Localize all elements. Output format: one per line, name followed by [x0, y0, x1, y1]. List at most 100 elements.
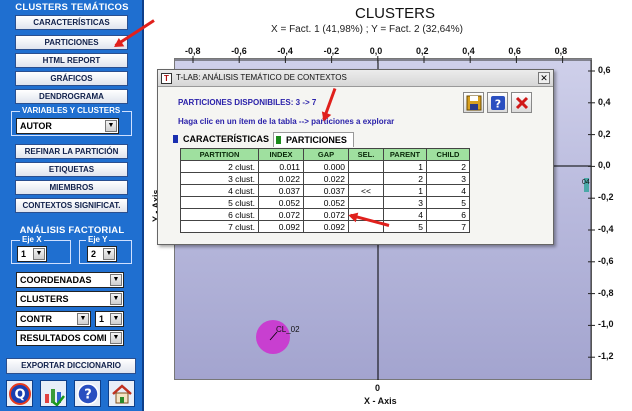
chevron-down-icon[interactable]: ▼ — [110, 332, 122, 344]
clusters-select[interactable]: CLUSTERS ▼ — [16, 291, 124, 307]
html-report-button[interactable]: HTML REPORT — [15, 53, 128, 68]
plot-title: CLUSTERS — [355, 5, 436, 22]
graficos-button[interactable]: GRÁFICOS — [15, 71, 128, 86]
x-tick-label: 0,6 — [508, 46, 521, 56]
coordenadas-value: COORDENADAS — [20, 275, 92, 285]
table-cell: 3 — [383, 196, 427, 209]
column-header: CHILD — [426, 148, 470, 161]
table-cell: 7 — [426, 220, 470, 233]
help-icon[interactable]: ? — [487, 92, 508, 113]
variables-select[interactable]: AUTOR ▼ — [16, 118, 119, 134]
chevron-down-icon[interactable]: ▼ — [77, 313, 89, 325]
tab-caracteristicas[interactable]: CARACTERÍSTICAS — [171, 132, 271, 147]
contextos-significativos-button[interactable]: CONTEXTOS SIGNIFICAT. — [15, 198, 128, 213]
q-logo-icon[interactable]: Q — [6, 380, 33, 407]
help-icon[interactable]: ? — [74, 380, 101, 407]
contr-number-value: 1 — [99, 314, 105, 324]
delete-icon[interactable] — [511, 92, 532, 113]
table-cell: 3 — [426, 172, 470, 185]
close-icon[interactable]: ✕ — [538, 72, 550, 84]
chevron-down-icon[interactable]: ▼ — [33, 248, 45, 260]
chart-check-icon[interactable] — [40, 380, 67, 407]
table-cell: 0.011 — [258, 160, 304, 173]
table-cell: 7 clust. — [180, 220, 259, 233]
contr-select[interactable]: CONTR ▼ — [16, 311, 91, 327]
x-zero-label: 0 — [375, 383, 381, 393]
eje-x-label: Eje X — [20, 235, 44, 244]
y-tick-label: -1,0 — [598, 319, 614, 330]
table-row[interactable]: 7 clust. 0.092 0.092 5 7 — [180, 220, 470, 233]
table-cell — [348, 160, 384, 173]
x-tick-label: -0,8 — [185, 46, 201, 56]
table-row[interactable]: 2 clust. 0.011 0.000 1 2 — [180, 160, 470, 173]
coordenadas-select[interactable]: COORDENADAS ▼ — [16, 272, 124, 288]
clusters-value: CLUSTERS — [20, 294, 69, 304]
table-cell: 3 clust. — [180, 172, 259, 185]
resultados-value: RESULTADOS COMI — [20, 333, 107, 343]
tab-particiones[interactable]: PARTICIONES — [273, 132, 354, 147]
table-cell: 6 — [426, 208, 470, 221]
table-cell: << — [348, 184, 384, 197]
chevron-down-icon[interactable]: ▼ — [110, 274, 122, 286]
svg-text:Q: Q — [14, 387, 25, 402]
chevron-down-icon[interactable]: ▼ — [110, 293, 122, 305]
partitions-available-text: PARTICIONES DISPONIBILES: 3 -> 7 — [178, 98, 317, 107]
eje-y-label: Eje Y — [86, 235, 110, 244]
dendrograma-button[interactable]: DENDROGRAMA — [15, 89, 128, 104]
resultados-select[interactable]: RESULTADOS COMI ▼ — [16, 330, 124, 346]
table-header-row: PARTITION INDEX GAP SEL. PARENT CHILD — [180, 148, 470, 161]
column-header: GAP — [303, 148, 349, 161]
table-cell: 1 — [383, 184, 427, 197]
home-icon[interactable] — [108, 380, 135, 407]
table-row[interactable]: 4 clust. 0.037 0.037 << 1 4 — [180, 184, 470, 197]
caracteristicas-button[interactable]: CARACTERÍSTICAS — [15, 15, 128, 30]
chevron-down-icon[interactable]: ▼ — [103, 248, 115, 260]
table-cell: 6 clust. — [180, 208, 259, 221]
table-cell — [348, 172, 384, 185]
refinar-particion-button[interactable]: REFINAR LA PARTICIÓN — [15, 144, 128, 159]
table-row[interactable]: 5 clust. 0.052 0.052 3 5 — [180, 196, 470, 209]
chevron-down-icon[interactable]: ▼ — [105, 120, 117, 132]
column-header: PARTITION — [180, 148, 259, 161]
column-header: SEL. — [348, 148, 384, 161]
tab-caracteristicas-label: CARACTERÍSTICAS — [183, 134, 270, 144]
tlab-logo-icon: T — [161, 73, 172, 84]
svg-text:?: ? — [84, 387, 92, 402]
dialog-title: T-LAB: ANÁLISIS TEMÁTICO DE CONTEXTOS — [176, 73, 347, 82]
table-cell: 0.052 — [258, 196, 304, 209]
etiquetas-button[interactable]: ETIQUETAS — [15, 162, 128, 177]
x-tick-label: -0,2 — [323, 46, 340, 56]
table-cell: 4 clust. — [180, 184, 259, 197]
eje-y-select[interactable]: 2 ▼ — [87, 246, 117, 262]
table-cell: 0.037 — [303, 184, 349, 197]
table-cell: 2 — [383, 172, 427, 185]
table-cell: 2 clust. — [180, 160, 259, 173]
x-tick-label: 0,2 — [416, 46, 429, 56]
miembros-button[interactable]: MIEMBROS — [15, 180, 128, 195]
table-cell: 4 — [426, 184, 470, 197]
save-icon[interactable] — [463, 92, 484, 113]
eje-x-select[interactable]: 1 ▼ — [17, 246, 47, 262]
table-cell: 0.072 — [303, 208, 349, 221]
table-cell: 5 clust. — [180, 196, 259, 209]
blue-tab-icon — [173, 135, 178, 143]
contr-number-select[interactable]: 1 ▼ — [95, 311, 124, 327]
variables-select-value: AUTOR — [20, 121, 52, 131]
table-row[interactable]: 6 clust. 0.072 0.072 4 6 — [180, 208, 470, 221]
y-tick-label: -1,2 — [598, 351, 614, 362]
table-cell: 0.037 — [258, 184, 304, 197]
y-tick-label: 0,0 — [598, 160, 611, 171]
y-tick-label: 0,6 — [598, 65, 611, 75]
dialog-titlebar[interactable]: T T-LAB: ANÁLISIS TEMÁTICO DE CONTEXTOS … — [158, 70, 553, 87]
eje-x-value: 1 — [21, 249, 27, 259]
table-cell: 0.000 — [303, 160, 349, 173]
tab-particiones-label: PARTICIONES — [286, 135, 347, 145]
table-row[interactable]: 3 clust. 0.022 0.022 2 3 — [180, 172, 470, 185]
chevron-down-icon[interactable]: ▼ — [110, 313, 122, 325]
exportar-diccionario-button[interactable]: EXPORTAR DICCIONARIO — [6, 358, 136, 374]
table-cell: 2 — [426, 160, 470, 173]
table-cell: 0.022 — [258, 172, 304, 185]
plot-subtitle: X = Fact. 1 (41,98%) ; Y = Fact. 2 (32,6… — [271, 24, 463, 35]
x-axis-label: X - Axis — [364, 396, 397, 406]
table-cell: 5 — [383, 220, 427, 233]
